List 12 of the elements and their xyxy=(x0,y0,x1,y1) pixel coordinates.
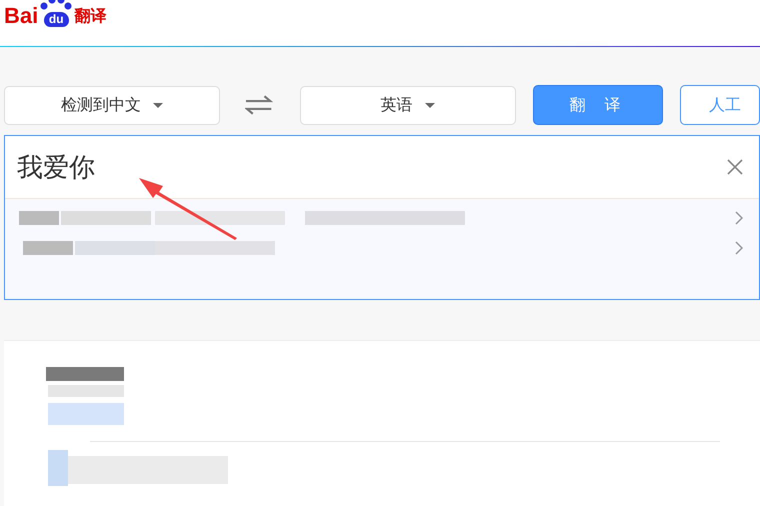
blurred-icon xyxy=(48,450,68,486)
blurred-text xyxy=(19,211,59,225)
close-icon[interactable] xyxy=(727,159,743,175)
chevron-icon[interactable] xyxy=(735,211,743,225)
swap-icon[interactable] xyxy=(245,94,273,116)
blurred-text xyxy=(23,241,73,255)
source-text-field[interactable]: 我爱你 xyxy=(5,152,727,182)
source-language-select[interactable]: 检测到中文 xyxy=(4,86,220,124)
chevron-icon[interactable] xyxy=(735,241,743,255)
target-language-select[interactable]: 英语 xyxy=(300,86,516,124)
logo-text: Bai xyxy=(4,4,38,28)
product-name: 翻译 xyxy=(74,5,106,27)
